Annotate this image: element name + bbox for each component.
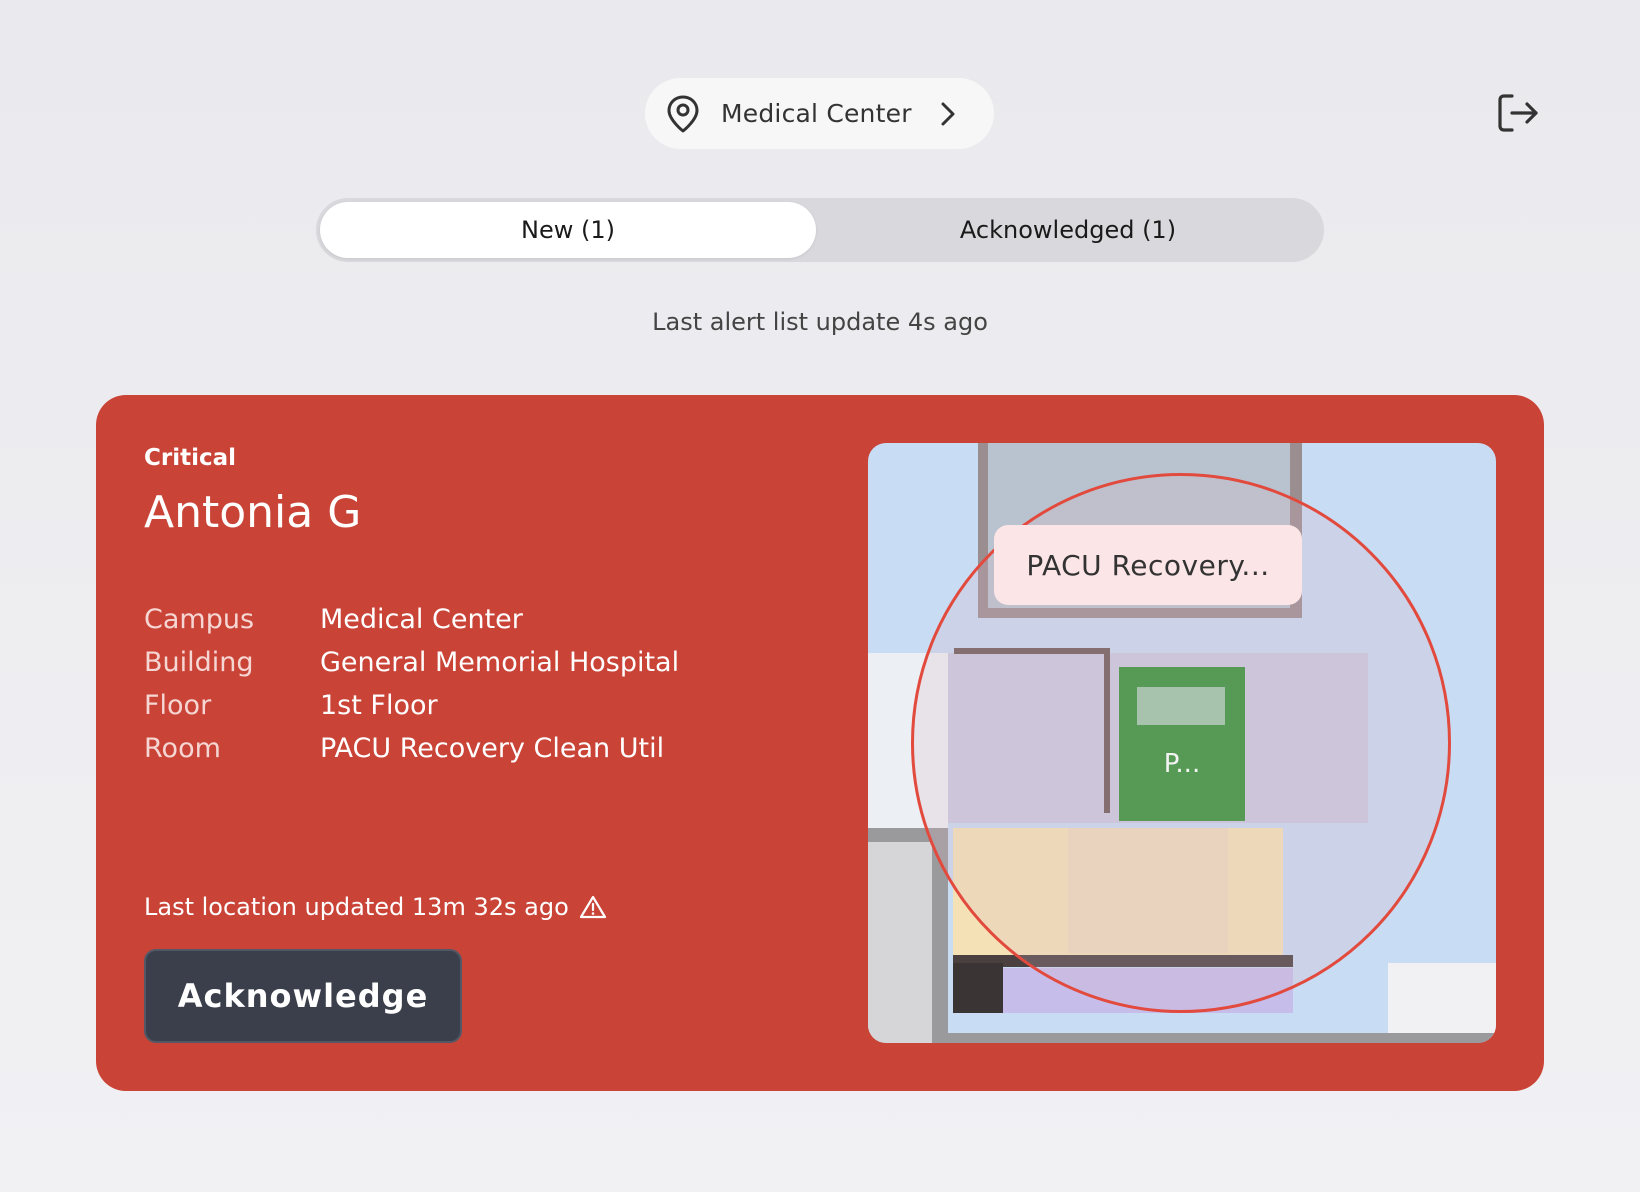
warning-triangle-icon	[579, 895, 606, 919]
last-location-label: Last location updated 13m 32s ago	[144, 893, 569, 921]
detail-value: 1st Floor	[320, 690, 438, 721]
location-label: Medical Center	[721, 99, 912, 128]
map-wall	[953, 963, 1003, 1013]
detail-value: General Memorial Hospital	[320, 647, 680, 678]
location-selector[interactable]: Medical Center	[645, 78, 994, 149]
location-marker[interactable]: P...	[1119, 667, 1245, 821]
marker-label: P...	[1163, 749, 1201, 779]
tab-acknowledged[interactable]: Acknowledged (1)	[816, 202, 1320, 258]
alert-details: Campus Medical Center Building General M…	[144, 598, 679, 770]
severity-label: Critical	[144, 445, 237, 471]
last-location-text: Last location updated 13m 32s ago	[144, 893, 607, 921]
map-room-label: PACU Recovery...	[994, 525, 1302, 605]
detail-key: Campus	[144, 604, 255, 635]
detail-key: Floor	[144, 690, 212, 721]
map-region	[948, 1033, 1496, 1043]
patient-name: Antonia G	[144, 487, 362, 538]
map-region	[1388, 963, 1496, 1033]
detail-row-campus: Campus Medical Center	[144, 598, 679, 641]
tab-new[interactable]: New (1)	[320, 202, 816, 258]
map-pin-icon	[667, 95, 699, 132]
alert-card: Critical Antonia G Campus Medical Center…	[96, 395, 1544, 1091]
detail-value: Medical Center	[320, 604, 523, 635]
alert-tabs: New (1) Acknowledged (1)	[316, 198, 1324, 262]
detail-row-building: Building General Memorial Hospital	[144, 641, 679, 684]
logout-icon[interactable]	[1496, 92, 1540, 134]
detail-row-floor: Floor 1st Floor	[144, 684, 679, 727]
chevron-right-icon	[941, 102, 955, 126]
acknowledge-button[interactable]: Acknowledge	[144, 949, 462, 1043]
detail-row-room: Room PACU Recovery Clean Util	[144, 727, 679, 770]
detail-key: Room	[144, 733, 221, 764]
detail-value: PACU Recovery Clean Util	[320, 733, 665, 764]
last-update-text: Last alert list update 4s ago	[652, 308, 988, 336]
floor-map[interactable]: PACU Recovery... P...	[868, 443, 1496, 1043]
marker-bar	[1137, 687, 1225, 725]
detail-key: Building	[144, 647, 254, 678]
